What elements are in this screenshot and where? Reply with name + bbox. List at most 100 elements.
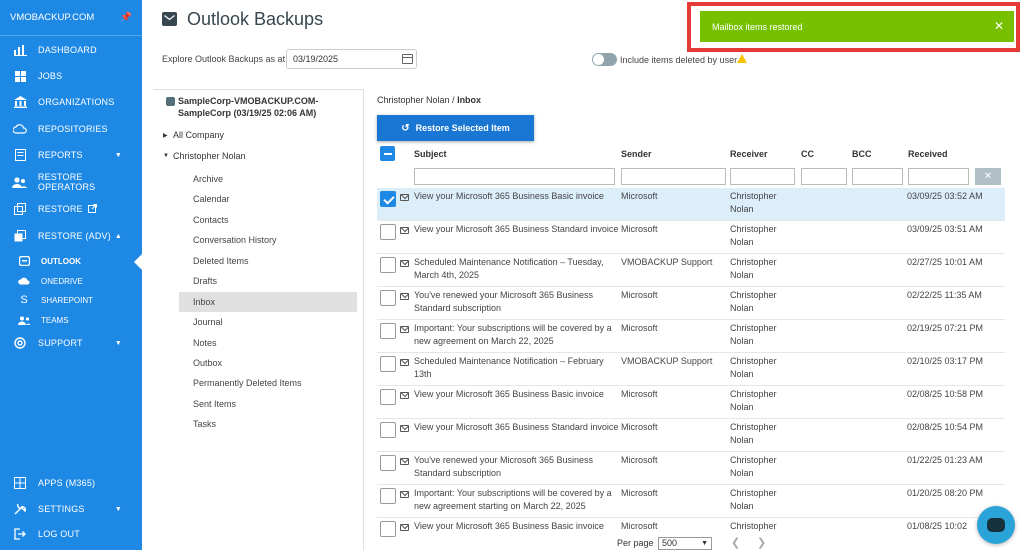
filter-sender-input[interactable] — [621, 168, 726, 185]
restore-selected-button[interactable]: ↺ Restore Selected Item — [377, 115, 534, 141]
cell-subject: You've renewed your Microsoft 365 Busine… — [414, 455, 593, 478]
external-link-icon — [87, 203, 97, 215]
calendar-icon[interactable] — [402, 54, 413, 64]
chat-widget-button[interactable] — [977, 506, 1015, 544]
row-checkbox[interactable] — [380, 224, 396, 240]
envelope-icon — [400, 425, 409, 432]
row-checkbox[interactable] — [380, 521, 396, 537]
sidebar-item-settings[interactable]: SETTINGS ▼ — [0, 499, 142, 519]
folder-contacts[interactable]: Contacts — [193, 215, 229, 225]
clear-filter-button[interactable]: ✕ — [975, 168, 1001, 185]
explore-label: Explore Outlook Backups as at — [162, 54, 286, 64]
sidebar-subitem-sharepoint[interactable]: S SHAREPOINT — [0, 292, 142, 308]
folder-journal[interactable]: Journal — [193, 317, 223, 327]
table-row[interactable]: View your Microsoft 365 Business Basic i… — [377, 188, 1005, 221]
table-row[interactable]: You've renewed your Microsoft 365 Busine… — [377, 287, 1005, 320]
select-all-checkbox[interactable] — [380, 146, 395, 161]
folder-archive[interactable]: Archive — [193, 174, 223, 184]
column-header-receiver[interactable]: Receiver — [730, 149, 768, 159]
table-row[interactable]: View your Microsoft 365 Business Standar… — [377, 419, 1005, 452]
table-row[interactable]: You've renewed your Microsoft 365 Busine… — [377, 452, 1005, 485]
sidebar-item-support[interactable]: SUPPORT ▼ — [0, 333, 142, 353]
sidebar-item-logout[interactable]: LOG OUT — [0, 524, 142, 544]
folder-outbox[interactable]: Outbox — [193, 358, 222, 368]
column-header-sender[interactable]: Sender — [621, 149, 652, 159]
sidebar-subitem-outlook[interactable]: OUTLOOK — [0, 253, 142, 269]
restore-adv-icon — [12, 229, 28, 243]
sidebar-item-reports[interactable]: REPORTS ▼ — [0, 145, 142, 165]
table-row[interactable]: View your Microsoft 365 Business Standar… — [377, 221, 1005, 254]
include-deleted-toggle[interactable] — [592, 53, 617, 66]
brand-label: VMOBACKUP.COM — [10, 12, 95, 23]
envelope-icon — [400, 524, 409, 531]
folder-permanently-deleted[interactable]: Permanently Deleted Items — [193, 378, 302, 388]
breadcrumb: Christopher Nolan / Inbox — [377, 95, 481, 105]
sidebar-item-repositories[interactable]: REPOSITORIES — [0, 119, 142, 139]
folder-notes[interactable]: Notes — [193, 338, 217, 348]
column-header-bcc[interactable]: BCC — [852, 149, 872, 159]
tree-node-user[interactable]: ▼ Christopher Nolan — [163, 151, 246, 161]
sidebar-subitem-onedrive[interactable]: ONEDRIVE — [0, 273, 142, 289]
row-checkbox[interactable] — [380, 290, 396, 306]
next-page-icon[interactable]: ❯ — [757, 536, 766, 549]
sidebar-item-jobs[interactable]: JOBS — [0, 66, 142, 86]
folder-tasks[interactable]: Tasks — [193, 419, 216, 429]
sidebar-item-apps[interactable]: APPS (M365) — [0, 473, 142, 493]
sidebar-item-organizations[interactable]: ORGANIZATIONS — [0, 92, 142, 112]
table-row[interactable]: Important: Your subscriptions will be co… — [377, 320, 1005, 353]
filter-receiver-input[interactable] — [730, 168, 795, 185]
row-checkbox[interactable] — [380, 323, 396, 339]
previous-page-icon[interactable]: ❮ — [731, 536, 740, 549]
toast-notification: Mailbox items restored ✕ — [700, 11, 1014, 42]
sidebar-item-restore-operators[interactable]: RESTORE OPERATORS — [0, 172, 142, 192]
filter-cc-input[interactable] — [801, 168, 847, 185]
folder-sent-items[interactable]: Sent Items — [193, 399, 236, 409]
row-checkbox[interactable] — [380, 389, 396, 405]
folder-drafts[interactable]: Drafts — [193, 276, 217, 286]
row-checkbox[interactable] — [380, 422, 396, 438]
row-checkbox[interactable] — [380, 488, 396, 504]
folder-inbox[interactable]: Inbox — [193, 297, 215, 307]
close-icon[interactable]: ✕ — [994, 19, 1004, 33]
breadcrumb-user[interactable]: Christopher Nolan — [377, 95, 450, 105]
cell-sender: Microsoft — [621, 389, 658, 399]
pin-icon[interactable]: 📌 — [120, 12, 132, 23]
sidebar-item-dashboard[interactable]: DASHBOARD — [0, 40, 142, 60]
row-checkbox[interactable] — [380, 455, 396, 471]
column-header-subject[interactable]: Subject — [414, 149, 447, 159]
bank-icon — [12, 95, 28, 109]
column-header-cc[interactable]: CC — [801, 149, 814, 159]
cell-received: 02/10/25 03:17 PM — [907, 356, 984, 366]
cell-receiver: Christopher Nolan — [730, 290, 777, 313]
filter-received-input[interactable] — [908, 168, 969, 185]
table-row[interactable]: Scheduled Maintenance Notification – Feb… — [377, 353, 1005, 386]
folder-calendar[interactable]: Calendar — [193, 194, 230, 204]
tree-root-line2: SampleCorp (03/19/25 02:06 AM) — [178, 108, 317, 118]
row-checkbox[interactable] — [380, 257, 396, 273]
date-picker-input[interactable]: 03/19/2025 — [286, 49, 417, 69]
sidebar-subitem-teams[interactable]: TEAMS — [0, 312, 142, 328]
column-header-received[interactable]: Received — [908, 149, 948, 159]
table-row[interactable]: Important: Your subscriptions will be co… — [377, 485, 1005, 518]
sidebar-item-restore[interactable]: RESTORE — [0, 199, 142, 219]
filter-subject-input[interactable] — [414, 168, 615, 185]
cell-received: 01/22/25 01:23 AM — [907, 455, 983, 465]
table-row[interactable]: Scheduled Maintenance Notification – Tue… — [377, 254, 1005, 287]
cell-subject: View your Microsoft 365 Business Standar… — [414, 422, 619, 432]
cell-receiver: Christopher Nolan — [730, 257, 777, 280]
per-page-select[interactable]: 500 ▼ — [658, 537, 712, 550]
sidebar: VMOBACKUP.COM 📌 DASHBOARD JOBS ORGANIZAT… — [0, 0, 142, 550]
apps-icon — [12, 476, 28, 490]
filter-bcc-input[interactable] — [852, 168, 903, 185]
folder-deleted-items[interactable]: Deleted Items — [193, 256, 249, 266]
cell-receiver: Christopher Nolan — [730, 455, 777, 478]
tree-root[interactable]: SampleCorp-VMOBACKUP.COM- SampleCorp (03… — [166, 95, 318, 119]
table-row[interactable]: View your Microsoft 365 Business Basic i… — [377, 386, 1005, 419]
row-checkbox[interactable] — [380, 356, 396, 372]
folder-conversation-history[interactable]: Conversation History — [193, 235, 277, 245]
row-checkbox[interactable] — [380, 191, 396, 207]
cell-sender: VMOBACKUP Support — [621, 356, 713, 366]
tree-node-all-company[interactable]: ▶ All Company — [163, 130, 224, 140]
sidebar-item-restore-adv[interactable]: RESTORE (ADV) ▲ — [0, 226, 142, 246]
cell-subject: View your Microsoft 365 Business Basic i… — [414, 389, 604, 399]
